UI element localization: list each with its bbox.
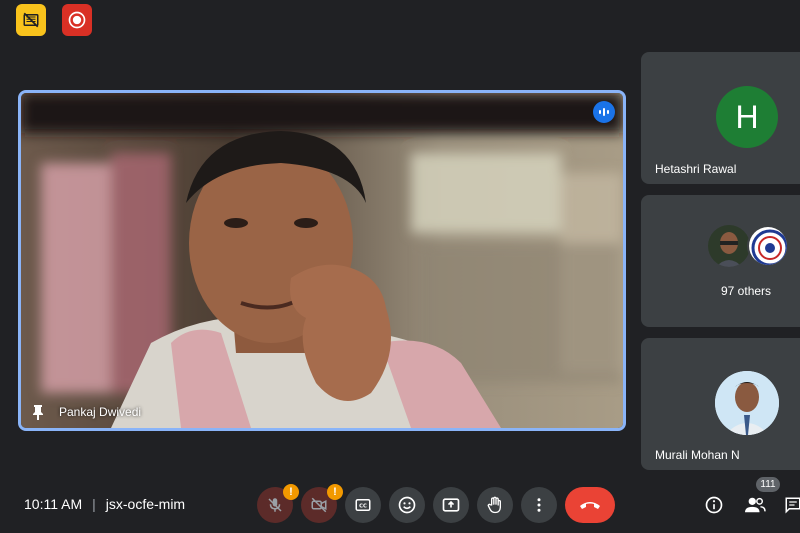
- meeting-details-button[interactable]: [703, 494, 725, 516]
- svg-text:CC: CC: [359, 504, 367, 510]
- present-screen-button[interactable]: [433, 487, 469, 523]
- recording-icon: [68, 11, 86, 29]
- others-count-label: 97 others: [721, 284, 772, 298]
- leave-call-button[interactable]: [565, 487, 615, 523]
- captions-button[interactable]: CC: [345, 487, 381, 523]
- avatar: H: [716, 86, 778, 148]
- closed-captions-icon: CC: [355, 499, 371, 511]
- recording-indicator[interactable]: [62, 4, 92, 36]
- participant-name: Pankaj Dwivedi: [59, 405, 142, 419]
- reactions-button[interactable]: [389, 487, 425, 523]
- mic-off-icon: [268, 498, 282, 512]
- participant-tile-murali[interactable]: Murali Mohan N: [641, 338, 800, 470]
- meeting-code[interactable]: jsx-ocfe-mim: [106, 496, 185, 512]
- emoji-icon: [398, 496, 416, 514]
- more-options-button[interactable]: [521, 487, 557, 523]
- hand-icon: [487, 496, 501, 514]
- avatar: [708, 225, 750, 267]
- hang-up-icon: [580, 502, 600, 509]
- main-video-tile[interactable]: Pankaj Dwivedi: [18, 90, 626, 431]
- pin-icon[interactable]: [31, 404, 45, 420]
- people-icon: [745, 497, 766, 513]
- divider: |: [92, 496, 96, 512]
- people-button[interactable]: [744, 494, 766, 516]
- chat-icon: [785, 497, 800, 514]
- participant-name: Murali Mohan N: [655, 448, 740, 462]
- info-icon: [705, 496, 723, 514]
- hide-self-view-button[interactable]: [16, 4, 46, 36]
- participant-count-badge: 111: [756, 477, 780, 492]
- warning-badge: !: [283, 484, 299, 500]
- chat-button[interactable]: [782, 494, 800, 516]
- participant-tile-others[interactable]: 97 others: [641, 195, 800, 327]
- participant-name: Hetashri Rawal: [655, 162, 737, 176]
- participant-tile-hetashri[interactable]: H Hetashri Rawal: [641, 52, 800, 184]
- hide-tile-icon: [23, 12, 39, 28]
- raise-hand-button[interactable]: [477, 487, 513, 523]
- participant-video: [21, 93, 623, 428]
- microphone-button[interactable]: !: [257, 484, 299, 523]
- avatar: [747, 225, 789, 267]
- participant-name-tag: Pankaj Dwivedi: [31, 404, 141, 420]
- meeting-time: 10:11 AM: [24, 496, 83, 512]
- audio-level-icon: [599, 108, 609, 116]
- present-icon: [442, 498, 460, 512]
- more-vertical-icon: [537, 498, 541, 512]
- camera-button[interactable]: !: [301, 484, 343, 523]
- speaking-indicator: [593, 101, 615, 123]
- avatar: [715, 371, 779, 435]
- camera-off-icon: [311, 497, 327, 513]
- meeting-info: 10:11 AM | jsx-ocfe-mim: [24, 496, 185, 512]
- warning-badge: !: [327, 484, 343, 500]
